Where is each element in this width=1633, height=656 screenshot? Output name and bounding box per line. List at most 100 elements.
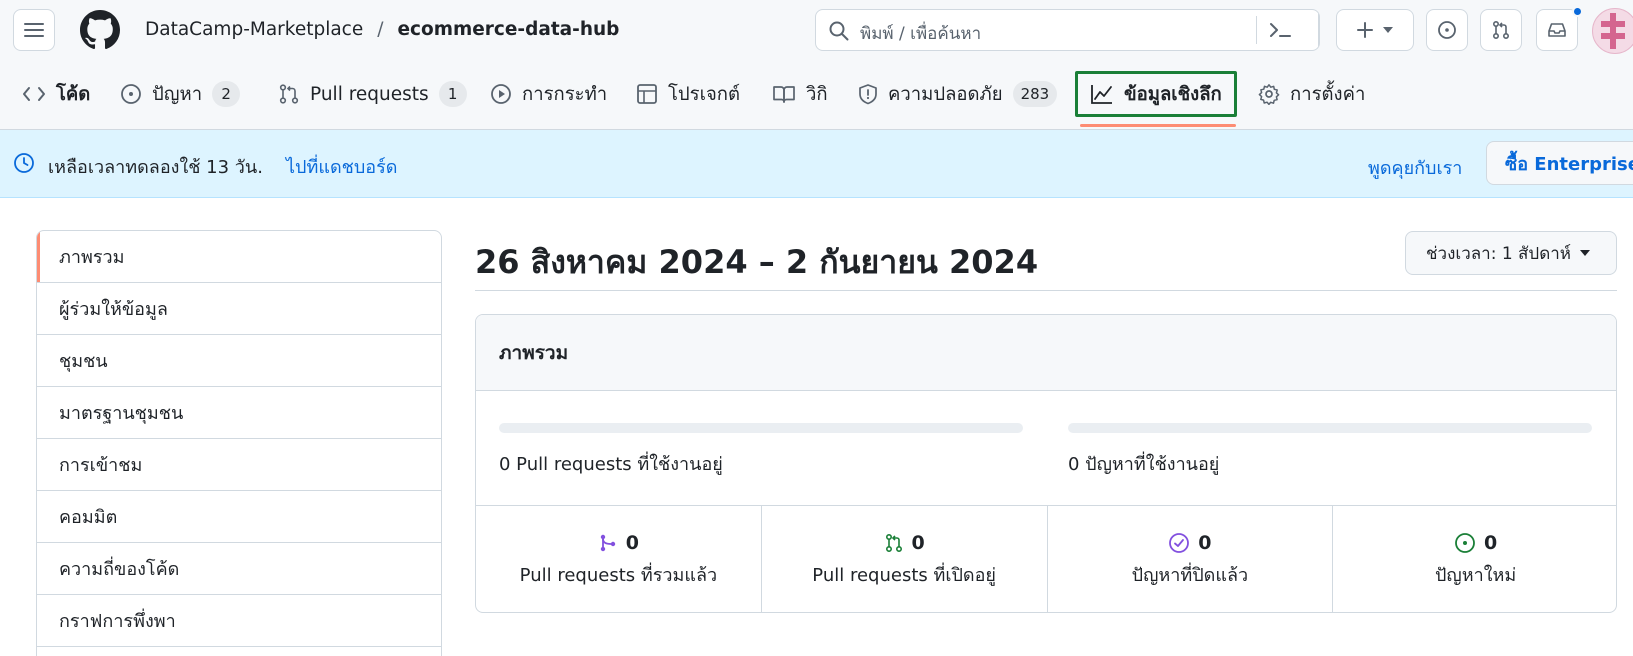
- your-issues-button[interactable]: [1426, 9, 1468, 51]
- stat-label: Pull requests ที่รวมแล้ว: [519, 564, 718, 586]
- header-divider: [1318, 14, 1319, 46]
- search-input[interactable]: พิมพ์ / เพื่อค้นหา: [815, 9, 1320, 51]
- stat-count: 0: [625, 531, 639, 554]
- page-title: 26 สิงหาคม 2024 – 2 กันยายน 2024: [475, 243, 1039, 281]
- graph-icon: [1091, 85, 1112, 104]
- tab-label: ความปลอดภัย: [888, 83, 1003, 105]
- sidebar-item-contributors[interactable]: ผู้ร่วมให้ข้อมูล: [37, 283, 441, 335]
- notifications-button[interactable]: [1536, 9, 1578, 51]
- overview-heading: ภาพรวม: [476, 315, 1616, 391]
- git-pull-request-icon: [1492, 20, 1510, 40]
- app-header: DataCamp-Marketplace / ecommerce-data-hu…: [0, 0, 1633, 130]
- gear-icon: [1258, 84, 1280, 105]
- table-icon: [637, 84, 657, 104]
- sidebar-item-traffic[interactable]: การเข้าชม: [37, 439, 441, 491]
- buy-enterprise-button[interactable]: ซื้อ Enterprise: [1486, 141, 1633, 185]
- pull-requests-count-badge: 1: [438, 81, 467, 107]
- sidebar-item-community-standards[interactable]: มาตรฐานชุมชน: [37, 387, 441, 439]
- your-pull-requests-button[interactable]: [1480, 9, 1522, 51]
- tab-label: โปรเจกต์: [668, 83, 740, 105]
- repo-name-link[interactable]: ecommerce-data-hub: [397, 19, 619, 40]
- repo-tabs: โค้ด ปัญหา 2 Pull requests 1 การกระทำ โป…: [0, 71, 1633, 130]
- merged-pull-requests-stat[interactable]: 0 Pull requests ที่รวมแล้ว: [476, 506, 762, 612]
- breadcrumb: DataCamp-Marketplace / ecommerce-data-hu…: [145, 19, 619, 40]
- command-palette-icon[interactable]: [1268, 18, 1294, 42]
- new-issues-stat[interactable]: 0 ปัญหาใหม่: [1333, 506, 1616, 612]
- trial-banner: เหลือเวลาทดลองใช้ 13 วัน. ไปที่แดชบอร์ด …: [0, 130, 1633, 198]
- tab-issues[interactable]: ปัญหา 2: [120, 72, 241, 116]
- closed-issues-stat[interactable]: 0 ปัญหาที่ปิดแล้ว: [1048, 506, 1334, 612]
- issue-opened-icon: [1455, 532, 1475, 553]
- unread-notification-dot: [1572, 6, 1583, 17]
- overview-panel: ภาพรวม 0 Pull requests ที่ใช้งานอยู่ 0 ป…: [475, 314, 1617, 613]
- tab-insights[interactable]: ข้อมูลเชิงลึก: [1075, 71, 1237, 117]
- selected-tab-underline: [1080, 124, 1236, 127]
- tab-pull-requests[interactable]: Pull requests 1: [278, 72, 467, 116]
- clock-icon: [14, 153, 34, 173]
- sidebar-item-dependency-graph[interactable]: กราฟการพึ่งพา: [37, 595, 441, 647]
- tab-projects[interactable]: โปรเจกต์: [636, 72, 740, 116]
- play-icon: [491, 84, 511, 104]
- breadcrumb-separator: /: [377, 19, 384, 40]
- go-to-dashboard-link[interactable]: ไปที่แดชบอร์ด: [286, 152, 397, 181]
- open-pull-requests-stat[interactable]: 0 Pull requests ที่เปิดอยู่: [762, 506, 1048, 612]
- sidebar-item-commits[interactable]: คอมมิต: [37, 491, 441, 543]
- stat-label: ปัญหาใหม่: [1434, 564, 1517, 586]
- tab-label: Pull requests: [310, 83, 429, 105]
- talk-to-us-link[interactable]: พูดคุยกับเรา: [1368, 153, 1462, 182]
- title-divider: [475, 290, 1617, 291]
- issue-opened-icon: [121, 84, 141, 104]
- stat-count: 0: [1198, 531, 1212, 554]
- security-count-badge: 283: [1012, 81, 1058, 107]
- active-pull-requests-link[interactable]: 0 Pull requests ที่ใช้งานอยู่: [499, 449, 723, 478]
- triangle-down-icon: [1580, 250, 1591, 256]
- triangle-down-icon: [1383, 27, 1393, 33]
- create-new-button[interactable]: [1336, 9, 1414, 51]
- inbox-icon: [1548, 23, 1566, 37]
- github-logo-icon[interactable]: [80, 10, 120, 50]
- tab-code[interactable]: โค้ด: [22, 72, 90, 116]
- repo-owner-link[interactable]: DataCamp-Marketplace: [145, 19, 363, 40]
- tab-settings[interactable]: การตั้งค่า: [1258, 72, 1365, 116]
- sidebar-item-community[interactable]: ชุมชน: [37, 335, 441, 387]
- menu-button[interactable]: [13, 9, 55, 51]
- plus-icon: [1357, 22, 1373, 38]
- tab-wiki[interactable]: วิกิ: [772, 72, 828, 116]
- trial-message: เหลือเวลาทดลองใช้ 13 วัน.: [48, 157, 263, 178]
- tab-label: ปัญหา: [152, 83, 203, 105]
- search-divider: [1256, 16, 1257, 44]
- tab-label: ข้อมูลเชิงลึก: [1124, 83, 1222, 105]
- insights-sidebar: ภาพรวม ผู้ร่วมให้ข้อมูล ชุมชน มาตรฐานชุม…: [36, 230, 442, 656]
- overview-stats: 0 Pull requests ที่รวมแล้ว 0 Pull reques…: [476, 505, 1616, 612]
- hamburger-icon: [24, 23, 44, 37]
- user-avatar[interactable]: [1592, 8, 1633, 54]
- period-select-label: ช่วงเวลา: 1 สัปดาห์: [1426, 243, 1572, 264]
- sidebar-item-code-frequency[interactable]: ความถี่ของโค้ด: [37, 543, 441, 595]
- tab-label: วิกิ: [806, 83, 828, 105]
- book-icon: [773, 86, 795, 103]
- tab-label: การตั้งค่า: [1290, 83, 1366, 105]
- issues-count-badge: 2: [212, 81, 241, 107]
- stat-label: ปัญหาที่ปิดแล้ว: [1131, 564, 1249, 586]
- issue-closed-icon: [1169, 532, 1190, 553]
- code-icon: [23, 87, 45, 101]
- issue-opened-icon: [1438, 21, 1456, 39]
- search-icon: [829, 21, 849, 41]
- stat-label: Pull requests ที่เปิดอยู่: [812, 564, 996, 586]
- git-merge-icon: [600, 534, 615, 551]
- active-issues-bar: [1068, 423, 1592, 433]
- period-select-button[interactable]: ช่วงเวลา: 1 สัปดาห์: [1405, 231, 1617, 275]
- stat-count: 0: [911, 531, 925, 554]
- tab-security[interactable]: ความปลอดภัย 283: [858, 72, 1058, 116]
- git-pull-request-icon: [885, 533, 902, 552]
- stat-count: 0: [1484, 531, 1498, 554]
- active-pull-requests-bar: [499, 423, 1023, 433]
- search-placeholder: พิมพ์ / เพื่อค้นหา: [860, 24, 982, 44]
- tab-actions[interactable]: การกระทำ: [490, 72, 607, 116]
- shield-icon: [859, 84, 877, 105]
- tab-label: โค้ด: [56, 83, 91, 105]
- active-issues-link[interactable]: 0 ปัญหาที่ใช้งานอยู่: [1068, 449, 1219, 478]
- git-pull-request-icon: [279, 84, 299, 104]
- tab-label: การกระทำ: [522, 83, 608, 105]
- sidebar-item-pulse[interactable]: ภาพรวม: [37, 231, 441, 283]
